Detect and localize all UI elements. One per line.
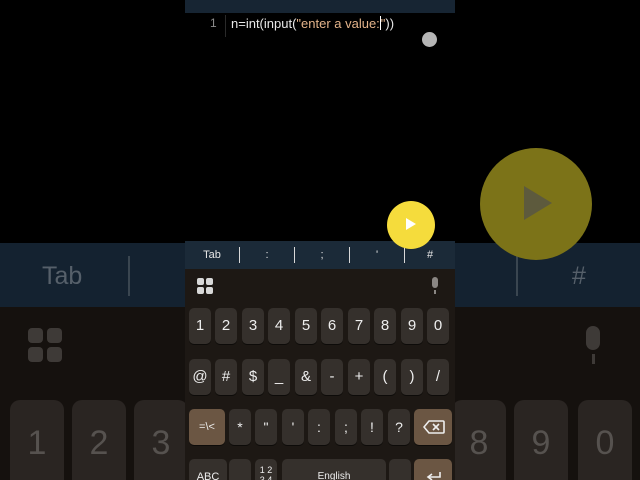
key-plus[interactable]: + <box>348 359 370 395</box>
key-dollar[interactable]: $ <box>242 359 264 395</box>
bg-hash-label: # <box>572 262 586 290</box>
bg-tab-label: Tab <box>42 262 83 290</box>
code-line[interactable]: n=int(input("enter a value:")) <box>231 16 394 31</box>
status-strip <box>185 0 455 13</box>
key-at[interactable]: @ <box>189 359 211 395</box>
key-7[interactable]: 7 <box>348 308 370 344</box>
symbol-quote[interactable]: ' <box>350 241 404 269</box>
key-single-quote[interactable]: ' <box>282 409 304 445</box>
bg-divider <box>128 256 130 296</box>
key-4[interactable]: 4 <box>268 308 290 344</box>
apps-grid-icon[interactable] <box>197 278 213 294</box>
number-pad-key[interactable]: 1 2 3 4 <box>255 459 277 480</box>
symbol-semicolon[interactable]: ; <box>295 241 349 269</box>
bg-key: 2 <box>72 400 126 480</box>
bg-key: 0 <box>578 400 632 480</box>
abc-key[interactable]: ABC <box>189 459 227 480</box>
key-underscore[interactable]: _ <box>268 359 290 395</box>
key-9[interactable]: 9 <box>401 308 423 344</box>
key-ampersand[interactable]: & <box>295 359 317 395</box>
bg-key: 9 <box>514 400 568 480</box>
gutter-divider <box>225 15 226 37</box>
key-1[interactable]: 1 <box>189 308 211 344</box>
symbol-colon[interactable]: : <box>240 241 294 269</box>
bg-divider <box>516 256 518 296</box>
bg-mic-icon <box>580 326 606 366</box>
key-double-quote[interactable]: " <box>255 409 277 445</box>
key-2[interactable]: 2 <box>215 308 237 344</box>
enter-key[interactable] <box>414 459 452 480</box>
enter-icon <box>426 472 441 480</box>
key-asterisk[interactable]: * <box>229 409 251 445</box>
key-colon[interactable]: : <box>308 409 330 445</box>
comma-key[interactable] <box>229 459 251 480</box>
play-icon <box>406 218 416 230</box>
on-screen-keyboard: 1 2 3 4 5 6 7 8 9 0 @ # $ _ & - + ( ) / … <box>185 269 455 480</box>
backspace-key[interactable] <box>414 409 452 445</box>
key-slash[interactable]: / <box>427 359 449 395</box>
key-6[interactable]: 6 <box>321 308 343 344</box>
bg-run-button <box>480 148 592 260</box>
cursor-handle[interactable] <box>422 32 437 47</box>
microphone-icon[interactable] <box>429 277 441 295</box>
bg-apps-icon <box>28 328 64 364</box>
space-key[interactable]: English <box>282 459 386 480</box>
key-hash[interactable]: # <box>215 359 237 395</box>
phone-screen: 1 n=int(input("enter a value:")) Tab : ;… <box>185 0 455 480</box>
key-question[interactable]: ? <box>388 409 410 445</box>
run-button[interactable] <box>387 201 435 249</box>
key-3[interactable]: 3 <box>242 308 264 344</box>
key-minus[interactable]: - <box>321 359 343 395</box>
key-8[interactable]: 8 <box>374 308 396 344</box>
code-suffix: )) <box>385 16 395 31</box>
line-number: 1 <box>210 16 217 30</box>
key-open-paren[interactable]: ( <box>374 359 396 395</box>
code-prefix: n=int(input( <box>231 16 297 31</box>
bg-key: 8 <box>452 400 506 480</box>
key-0[interactable]: 0 <box>427 308 449 344</box>
key-close-paren[interactable]: ) <box>401 359 423 395</box>
backspace-icon <box>423 420 445 434</box>
period-key[interactable] <box>389 459 411 480</box>
more-symbols-key[interactable]: =\< <box>189 409 225 445</box>
symbol-tab[interactable]: Tab <box>185 241 239 269</box>
bg-key: 3 <box>134 400 188 480</box>
key-exclamation[interactable]: ! <box>361 409 383 445</box>
key-5[interactable]: 5 <box>295 308 317 344</box>
key-semicolon[interactable]: ; <box>335 409 357 445</box>
code-string: "enter a value: <box>296 16 380 31</box>
bg-key: 1 <box>10 400 64 480</box>
